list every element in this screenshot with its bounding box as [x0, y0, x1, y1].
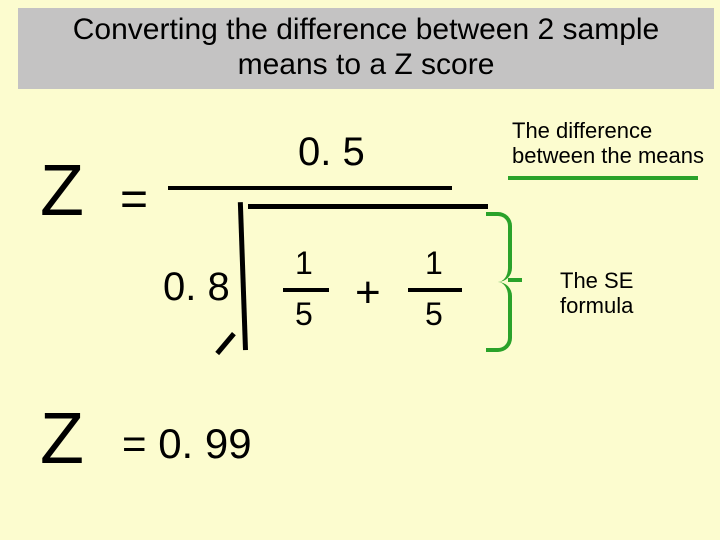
result-rhs: = 0. 99: [122, 420, 252, 468]
frac2-bar: [408, 288, 462, 292]
frac2-numerator: 1: [425, 245, 443, 282]
annotation-se: The SE formula: [560, 268, 700, 319]
formula-equals: =: [120, 172, 148, 227]
radical-plus: +: [355, 268, 381, 318]
radical-tick2: [238, 202, 248, 350]
radical-coefficient: 0. 8: [163, 265, 230, 310]
frac1-numerator: 1: [295, 245, 313, 282]
formula-numerator: 0. 5: [298, 130, 365, 175]
slide-title-text: Converting the difference between 2 samp…: [73, 13, 659, 81]
frac1-denominator: 5: [295, 296, 313, 333]
annotation-difference-underline: [508, 176, 698, 180]
se-brace-top: [486, 212, 512, 282]
slide-title: Converting the difference between 2 samp…: [18, 8, 714, 89]
frac1-bar: [283, 288, 329, 292]
radical-tick1: [215, 332, 236, 355]
formula-lhs-Z: Z: [40, 150, 84, 232]
frac2-denominator: 5: [425, 296, 443, 333]
se-brace-bottom: [486, 282, 512, 352]
main-fraction-bar: [168, 186, 452, 190]
radical-vinculum: [248, 204, 488, 209]
result-lhs-Z: Z: [40, 398, 84, 480]
se-brace-nub: [508, 278, 522, 282]
annotation-difference: The difference between the means: [512, 118, 712, 169]
